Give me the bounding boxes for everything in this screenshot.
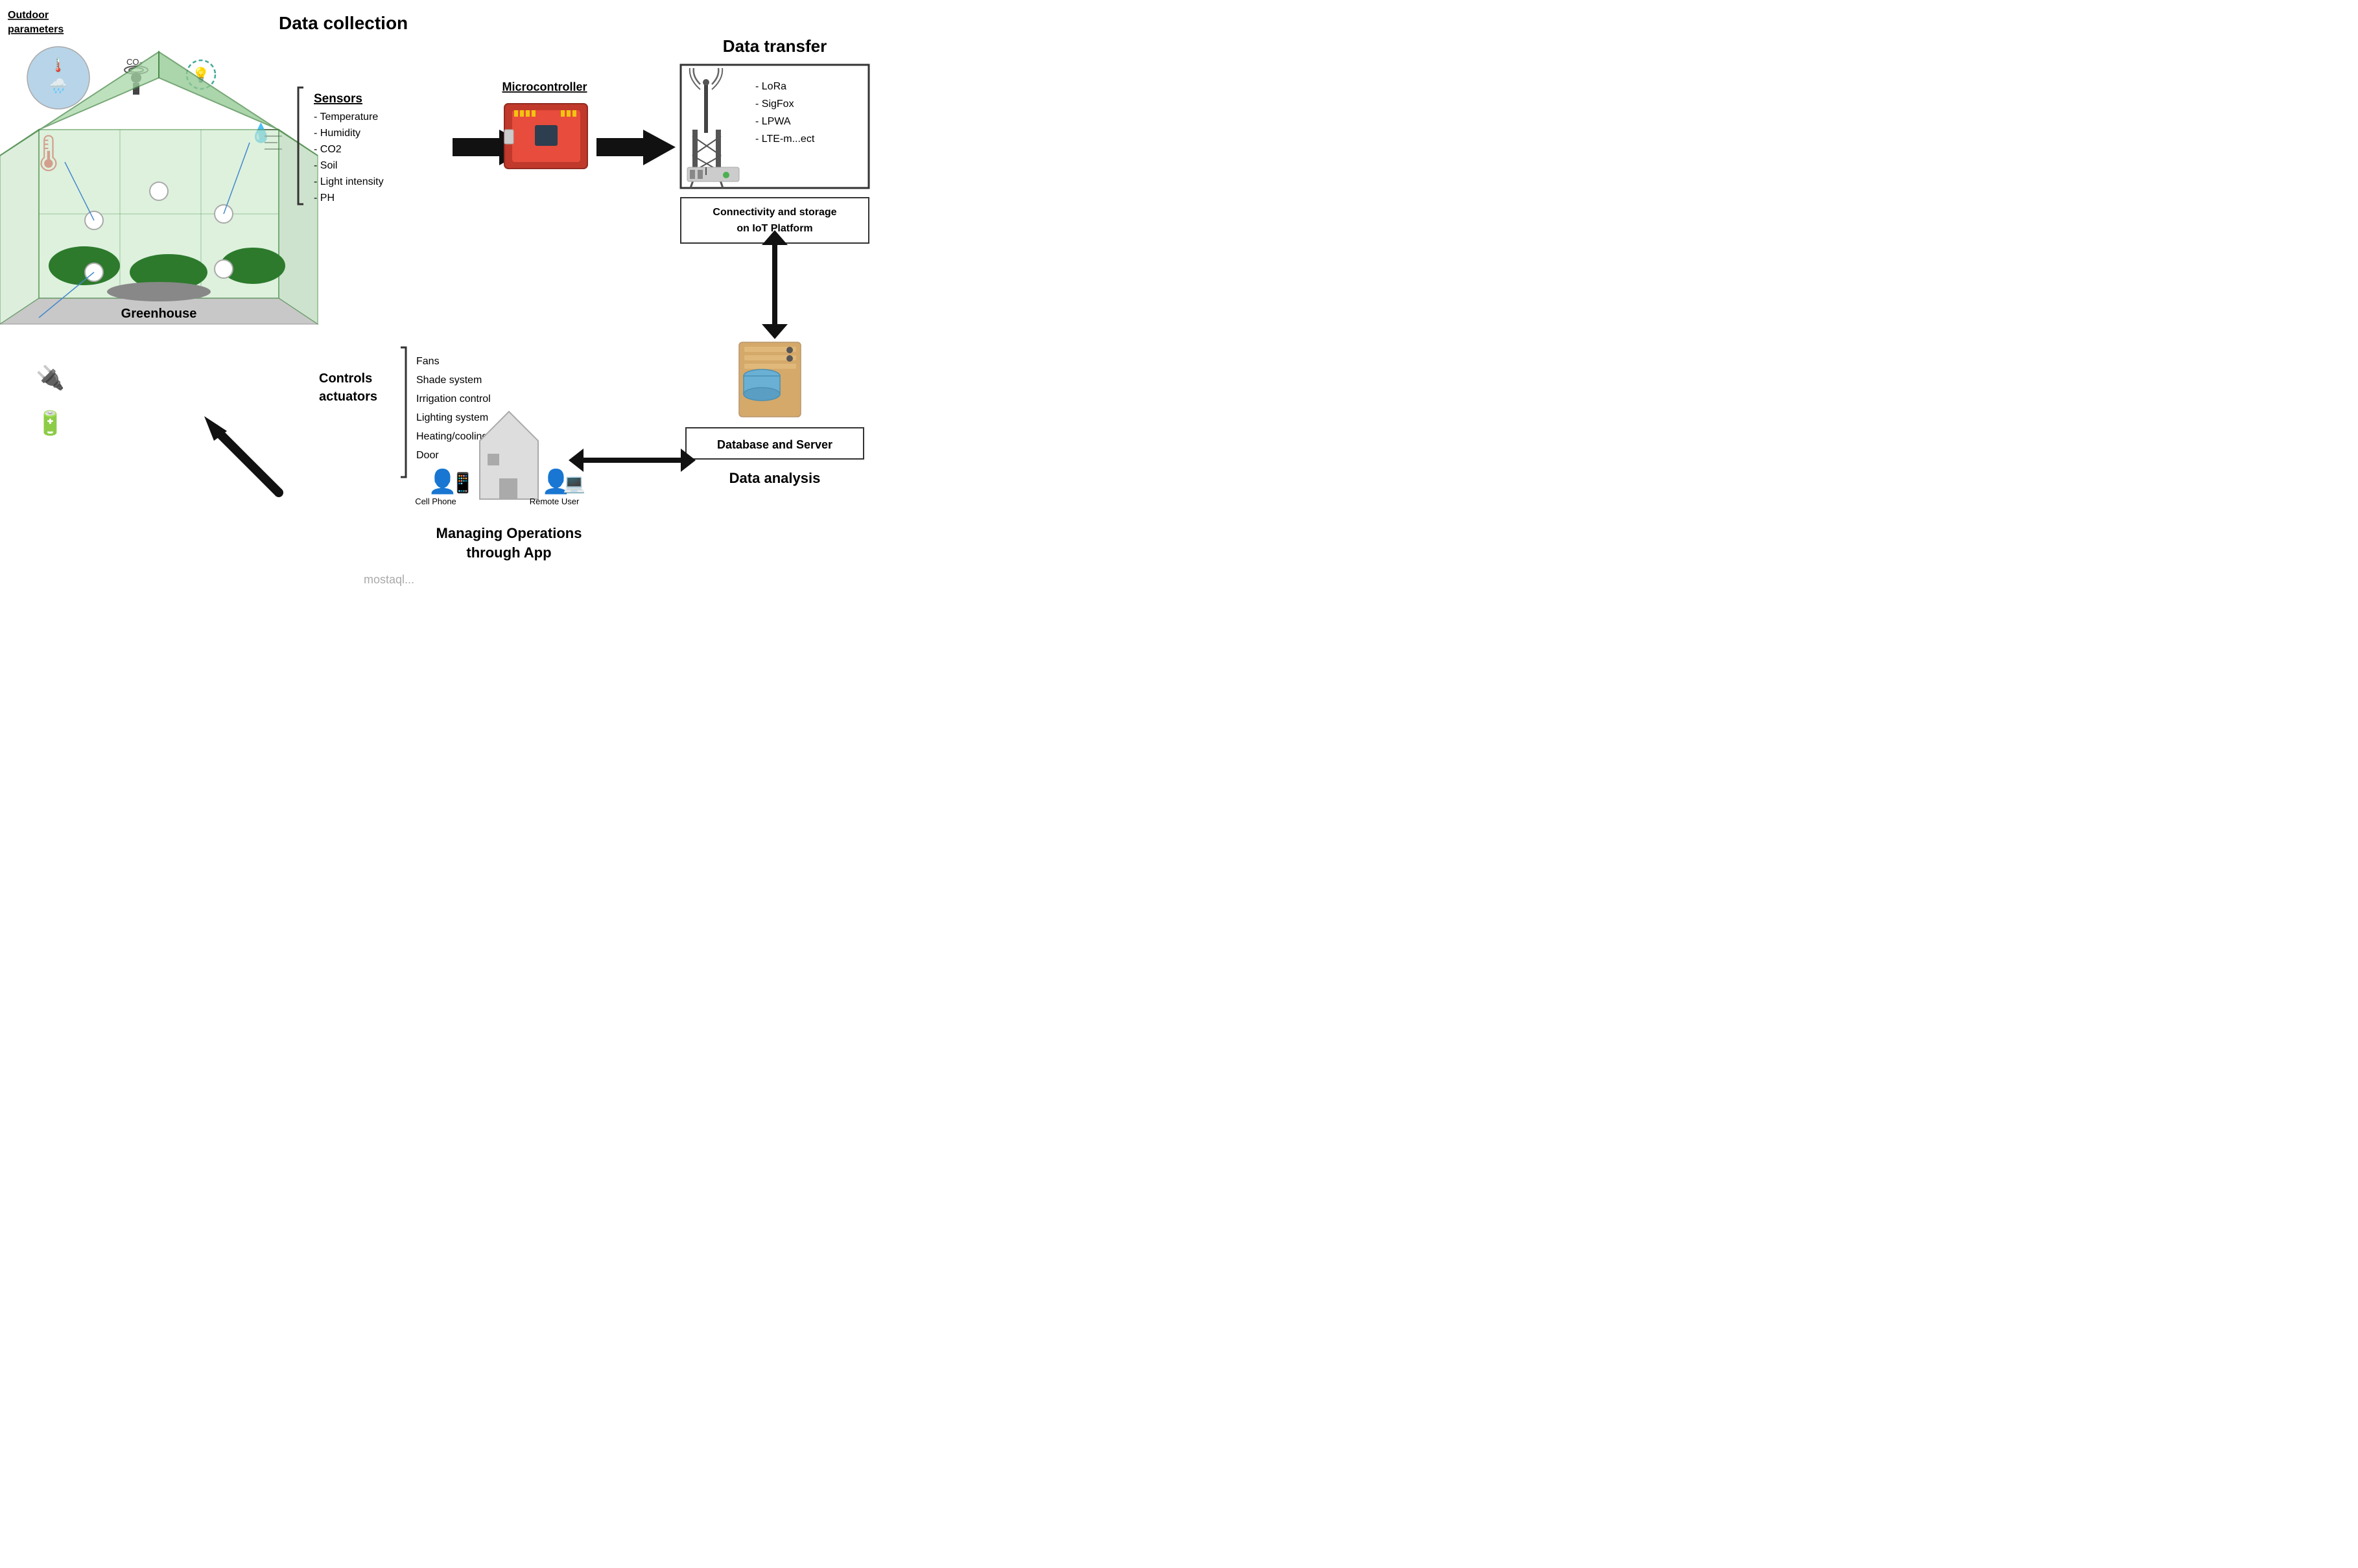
- greenhouse-path: [107, 282, 211, 301]
- greenhouse-left-wall: [0, 130, 39, 324]
- phone-icon: 📱: [451, 471, 475, 494]
- remote-user-label: Remote User: [530, 497, 580, 506]
- plug-icon: 🔌: [36, 364, 65, 391]
- pin-3: [526, 110, 530, 117]
- tower-mast: [704, 84, 708, 133]
- pin-1: [514, 110, 518, 117]
- sensor-co2: - CO2: [314, 144, 342, 155]
- actuator-shade: Shade system: [416, 375, 482, 386]
- diagonal-arrow-line: [214, 428, 279, 493]
- protocol-lte: - LTE-m...ect: [755, 134, 815, 145]
- protocol-sigfox: - SigFox: [755, 99, 794, 110]
- watermark: mostaql...: [364, 573, 414, 586]
- mc-chip: [535, 125, 558, 146]
- actuator-lighting: Lighting system: [416, 412, 488, 423]
- protocol-lora: - LoRa: [755, 81, 786, 92]
- house-door: [499, 478, 517, 499]
- vert-arrow-down-head: [762, 324, 788, 339]
- tower-top-circle: [703, 79, 709, 86]
- db-bottom: [744, 388, 780, 401]
- pin-4: [532, 110, 536, 117]
- microcontroller-title: Microcontroller: [502, 80, 587, 93]
- data-analysis-title: Data analysis: [729, 470, 821, 486]
- connectivity-line1: Connectivity and storage: [713, 207, 836, 218]
- arrow-mc-dt-body: [596, 138, 643, 156]
- outdoor-params-label2: parameters: [8, 24, 64, 35]
- server-dot1: [786, 347, 793, 353]
- outdoor-params-label: Outdoor: [8, 10, 49, 21]
- main-title: Data collection: [279, 13, 408, 33]
- sensor-dot-2: [150, 182, 168, 200]
- protocol-lpwa: - LPWA: [755, 116, 791, 127]
- house-window: [488, 454, 499, 465]
- managing-title-2: through App: [466, 544, 551, 561]
- router-port2: [698, 170, 703, 179]
- managing-title-1: Managing Operations: [436, 525, 582, 541]
- router-port1: [690, 170, 695, 179]
- actuator-door: Door: [416, 450, 439, 461]
- db-label: Database and Server: [717, 438, 832, 451]
- controls-bracket: [401, 347, 406, 477]
- sensor-ph: - PH: [314, 193, 335, 204]
- pin-7: [572, 110, 576, 117]
- plant-1: [49, 246, 120, 285]
- router-led: [723, 172, 729, 178]
- actuator-fans: Fans: [416, 356, 440, 367]
- sensors-title: Sensors: [314, 92, 362, 106]
- data-transfer-title: Data transfer: [723, 36, 827, 56]
- cloud-icon: 🌧️: [49, 77, 67, 95]
- pin-2: [520, 110, 524, 117]
- controls-title-1: Controls: [319, 371, 372, 386]
- weather-icon: 🌡️: [49, 57, 67, 73]
- server-dot2: [786, 355, 793, 362]
- sensor-humidity: - Humidity: [314, 128, 360, 139]
- arrow-s-mc-body: [453, 138, 499, 156]
- sensor-temp: - Temperature: [314, 111, 378, 123]
- actuator-irrigation: Irrigation control: [416, 393, 491, 404]
- sensor-soil: - Soil: [314, 160, 337, 171]
- sensor-dot-5: [215, 260, 233, 278]
- diagonal-arrow-tail: [274, 488, 283, 497]
- greenhouse-label: Greenhouse: [121, 307, 197, 321]
- probe-icon: 🔋: [36, 410, 65, 436]
- server-hl3: [744, 364, 796, 369]
- mc-usb: [504, 130, 513, 144]
- pin-6: [567, 110, 571, 117]
- pin-5: [561, 110, 565, 117]
- cellphone-label: Cell Phone: [415, 497, 456, 506]
- main-container: Data collection Outdoor parameters 🌡️ 🌧️…: [0, 0, 908, 603]
- controls-title-2: actuators: [319, 390, 377, 404]
- computer-icon: 💻: [563, 473, 585, 494]
- horiz-arrow-left-head: [569, 449, 584, 472]
- arrow-mc-dt-head: [643, 130, 676, 165]
- sensor-light: - Light intensity: [314, 176, 384, 187]
